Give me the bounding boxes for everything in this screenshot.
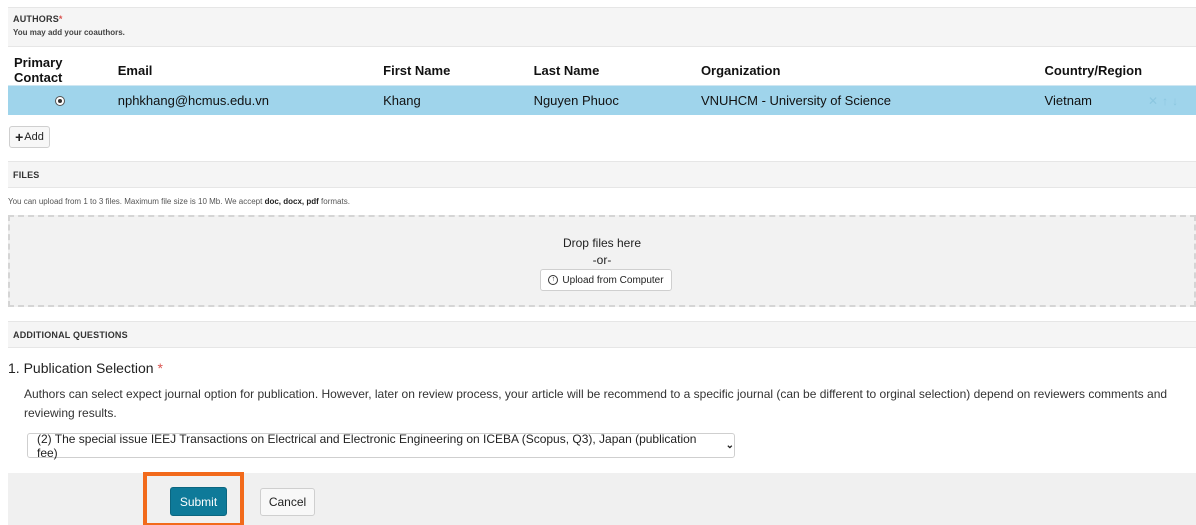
- authors-subtitle: You may add your coauthors.: [13, 28, 125, 37]
- files-note-suffix: formats.: [321, 197, 350, 206]
- authors-title: AUTHORS*: [13, 14, 63, 24]
- col-email: Email: [111, 55, 378, 86]
- col-last-name: Last Name: [527, 55, 695, 86]
- question-title: 1. Publication Selection *: [8, 360, 163, 376]
- authors-table: Primary Contact Email First Name Last Na…: [8, 55, 1196, 115]
- additional-questions-header: ADDITIONAL QUESTIONS: [8, 321, 1196, 348]
- arrow-up-icon[interactable]: ↑: [1162, 94, 1168, 108]
- add-author-button[interactable]: + Add: [9, 126, 50, 148]
- authors-section-header: AUTHORS* You may add your coauthors.: [8, 7, 1196, 47]
- files-title: FILES: [13, 170, 40, 180]
- author-organization[interactable]: VNUHCM - University of Science: [694, 85, 1039, 115]
- author-country[interactable]: Vietnam: [1038, 85, 1143, 115]
- author-row-actions: ✕ ↑ ↓: [1142, 85, 1196, 115]
- col-organization: Organization: [694, 55, 1039, 86]
- col-primary-contact: Primary Contact: [8, 55, 112, 86]
- file-dropzone[interactable]: Drop files here -or- ↑ Upload from Comput…: [8, 215, 1196, 307]
- author-email[interactable]: nphkhang@hcmus.edu.vn: [111, 85, 378, 115]
- upload-label: Upload from Computer: [562, 274, 664, 286]
- col-actions: [1142, 55, 1196, 86]
- files-note-formats: doc, docx, pdf: [264, 197, 319, 206]
- radio-selected-icon[interactable]: [54, 96, 65, 107]
- arrow-down-icon[interactable]: ↓: [1172, 94, 1178, 108]
- author-last-name[interactable]: Nguyen Phuoc: [527, 85, 695, 115]
- required-mark: *: [157, 360, 163, 376]
- author-row[interactable]: nphkhang@hcmus.edu.vn Khang Nguyen Phuoc…: [8, 85, 1196, 115]
- cancel-button[interactable]: Cancel: [260, 488, 315, 516]
- files-note-prefix: You can upload from 1 to 3 files. Maximu…: [8, 197, 263, 206]
- drop-files-text: Drop files here: [562, 236, 642, 250]
- submit-button[interactable]: Submit: [170, 487, 227, 516]
- question-description: Authors can select expect journal option…: [24, 387, 1168, 420]
- chevron-down-icon: ⌄: [725, 440, 734, 451]
- author-first-name[interactable]: Khang: [377, 85, 528, 115]
- authors-title-text: AUTHORS: [13, 14, 59, 24]
- col-country-region: Country/Region: [1038, 55, 1143, 86]
- files-note: You can upload from 1 to 3 files. Maximu…: [8, 197, 350, 206]
- upload-from-computer-button[interactable]: ↑ Upload from Computer: [540, 269, 672, 291]
- add-author-label: Add: [24, 131, 44, 143]
- publication-selected-value: (2) The special issue IEEJ Transactions …: [37, 431, 697, 460]
- additional-questions-title: ADDITIONAL QUESTIONS: [13, 330, 128, 340]
- delete-icon[interactable]: ✕: [1148, 94, 1158, 108]
- publication-select[interactable]: (2) The special issue IEEJ Transactions …: [27, 431, 735, 460]
- files-section-header: FILES: [8, 161, 1196, 188]
- question-title-text: 1. Publication Selection: [8, 360, 154, 376]
- plus-icon: +: [15, 129, 24, 145]
- col-first-name: First Name: [377, 55, 528, 86]
- upload-icon: ↑: [548, 275, 559, 285]
- or-text: -or-: [592, 253, 612, 267]
- primary-contact-cell: [8, 85, 112, 115]
- required-mark: *: [58, 14, 63, 24]
- authors-table-header: Primary Contact Email First Name Last Na…: [8, 55, 1196, 86]
